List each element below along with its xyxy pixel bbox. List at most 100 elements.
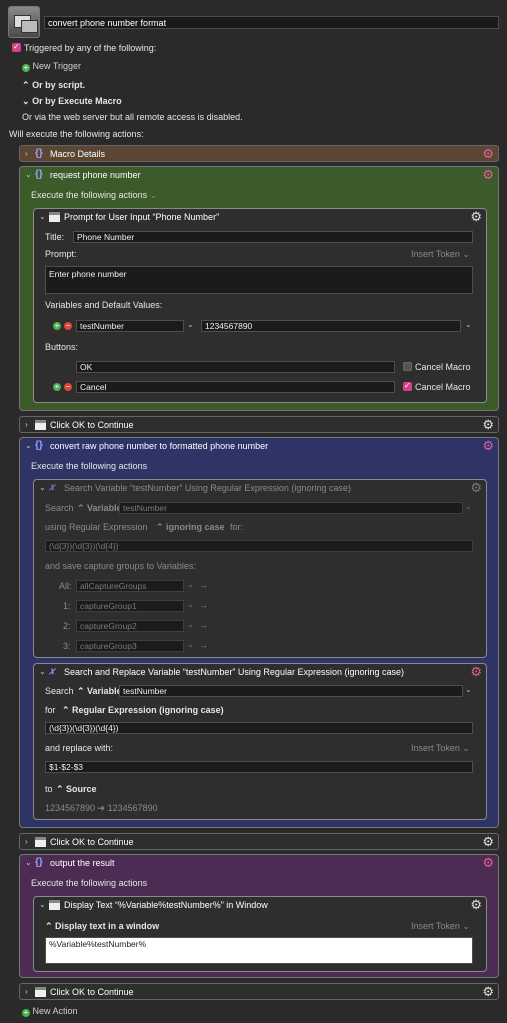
by-execute-label: Or by Execute Macro [32, 96, 122, 106]
macro-title-field[interactable]: convert phone number format [44, 16, 499, 29]
disclosure-down-icon[interactable]: ⌄ [39, 212, 46, 221]
gear-icon[interactable]: ⚙ [470, 898, 482, 911]
capture-group-3-input[interactable]: captureGroup3 [76, 640, 184, 652]
chevron-down-icon[interactable]: ⌄ [465, 320, 472, 329]
display-header[interactable]: ⌄ Display Text “%Variable%testNumber%” i… [34, 897, 486, 914]
variable-name-input[interactable]: testNumber [76, 320, 184, 332]
display-mode-selector[interactable]: ⌃ Display text in a window [45, 921, 159, 932]
chevron-down-icon[interactable]: ⌄ [187, 620, 194, 629]
buttons-label: Buttons: [45, 342, 79, 352]
checkbox-unchecked-icon[interactable] [403, 362, 412, 371]
group1-execute-row[interactable]: Execute the following actions ⌄ [31, 190, 157, 201]
chevron-down-icon[interactable]: ⌄ [187, 640, 194, 649]
remove-variable-icon[interactable]: − [64, 322, 72, 330]
chevron-down-icon[interactable]: ⌄ [187, 580, 194, 589]
prompt-text-input[interactable]: Enter phone number [45, 266, 473, 294]
replace-variable-input[interactable]: testNumber [119, 685, 463, 697]
replace-header[interactable]: ⌄ 𝑥 Search and Replace Variable “testNum… [34, 664, 486, 681]
search-header[interactable]: ⌄ 𝑥 Search Variable “testNumber” Using R… [34, 480, 486, 497]
macro-details-action[interactable]: › {} Macro Details ⚙ [19, 145, 499, 162]
gear-icon[interactable]: ⚙ [482, 835, 494, 848]
chevron-down-icon[interactable]: ⌄ [187, 320, 194, 329]
by-execute-row[interactable]: ⌄ Or by Execute Macro [22, 96, 122, 107]
gear-icon[interactable]: ⚙ [482, 439, 494, 452]
gear-icon[interactable]: ⚙ [482, 985, 494, 998]
click-ok-label: Click OK to Continue [50, 987, 134, 997]
source-selector[interactable]: ⌃ Source [56, 784, 97, 795]
group1-label-num: 1: [63, 601, 71, 611]
search-regex-input[interactable]: (\d{3})(\d{3})(\d{4}) [45, 540, 473, 552]
display-text-input[interactable]: %Variable%testNumber% [45, 937, 473, 964]
variable-label: Variable [87, 686, 122, 696]
insert-token-button[interactable]: Insert Token ⌄ [411, 249, 470, 260]
chevron-down-icon[interactable]: ⌄ [465, 502, 472, 511]
window-icon [49, 900, 60, 910]
disclosure-right-icon[interactable]: › [25, 420, 28, 429]
execute-label: Execute the following actions [31, 190, 148, 200]
button-ok-input[interactable]: OK [76, 361, 395, 373]
variable-selector[interactable]: ⌃ Variable [77, 686, 122, 697]
gear-icon[interactable]: ⚙ [482, 147, 494, 160]
disclosure-right-icon[interactable]: › [25, 149, 28, 158]
group2-header[interactable]: ⌄ {} convert raw phone number to formatt… [20, 438, 498, 455]
arrow-right-icon: → [199, 640, 208, 650]
disclosure-down-icon[interactable]: ⌄ [39, 900, 46, 909]
checkbox-checked-icon[interactable] [12, 41, 21, 52]
insert-token-button[interactable]: Insert Token ⌄ [411, 921, 470, 932]
chevron-down-icon[interactable]: ⌄ [465, 685, 472, 694]
group3-header[interactable]: ⌄ {} output the result ⚙ [20, 855, 498, 872]
disclosure-right-icon[interactable]: › [25, 987, 28, 996]
by-script-row[interactable]: ⌃ Or by script. [22, 80, 85, 91]
replace-regex-input[interactable]: (\d{3})(\d{3})(\d{4}) [45, 722, 473, 734]
trigger-checkbox-row[interactable]: Triggered by any of the following: [12, 41, 156, 54]
group3-execute-row[interactable]: Execute the following actions [31, 878, 147, 889]
vars-label: Variables and Default Values: [45, 300, 163, 310]
regex-mode-selector[interactable]: ⌃ Regular Expression (ignoring case) [62, 705, 224, 716]
disclosure-down-icon[interactable]: ⌄ [25, 170, 32, 179]
gear-icon[interactable]: ⚙ [482, 418, 494, 431]
new-trigger-label: New Trigger [32, 61, 82, 71]
updown-icon: ⌃ [22, 80, 30, 90]
replacement-input[interactable]: $1-$2-$3 [45, 761, 473, 773]
click-ok-action-3[interactable]: › Click OK to Continue ⚙ [19, 983, 499, 1000]
new-trigger-button[interactable]: + New Trigger [22, 61, 81, 72]
disclosure-down-icon[interactable]: ⌄ [25, 858, 32, 867]
click-ok-action-2[interactable]: › Click OK to Continue ⚙ [19, 833, 499, 850]
add-variable-icon[interactable]: + [53, 322, 61, 330]
new-action-button[interactable]: + New Action [22, 1006, 78, 1017]
cancel-macro-label: Cancel Macro [415, 362, 471, 372]
cancel-macro-checkbox-1[interactable]: Cancel Macro [403, 362, 471, 373]
disclosure-down-icon[interactable]: ⌄ [25, 441, 32, 450]
disclosure-down-icon[interactable]: ⌄ [39, 483, 46, 492]
variable-default-input[interactable]: 1234567890 [201, 320, 461, 332]
checkbox-checked-icon[interactable] [403, 380, 412, 391]
gear-icon[interactable]: ⚙ [482, 856, 494, 869]
title-input[interactable]: Phone Number [73, 231, 473, 243]
cancel-macro-checkbox-2[interactable]: Cancel Macro [403, 380, 471, 393]
group3-label-num: 3: [63, 641, 71, 651]
button-cancel-input[interactable]: Cancel [76, 381, 395, 393]
gear-icon[interactable]: ⚙ [470, 481, 482, 494]
variable-label: Variable [87, 503, 122, 513]
variable-selector[interactable]: ⌃ Variable [77, 503, 122, 514]
disclosure-right-icon[interactable]: › [25, 837, 28, 846]
chevron-down-icon[interactable]: ⌄ [187, 600, 194, 609]
add-button-icon[interactable]: + [53, 383, 61, 391]
insert-token-button[interactable]: Insert Token ⌄ [411, 743, 470, 754]
group1-header[interactable]: ⌄ {} request phone number ⚙ [20, 167, 498, 184]
click-ok-action-1[interactable]: › Click OK to Continue ⚙ [19, 416, 499, 433]
capture-group-2-input[interactable]: captureGroup2 [76, 620, 184, 632]
group2-execute-row[interactable]: Execute the following actions [31, 461, 147, 472]
prompt-action-label: Prompt for User Input “Phone Number” [64, 212, 220, 222]
capture-group-1-input[interactable]: captureGroup1 [76, 600, 184, 612]
search-variable-input[interactable]: testNumber [119, 502, 463, 514]
disclosure-down-icon[interactable]: ⌄ [39, 667, 46, 676]
gear-icon[interactable]: ⚙ [470, 210, 482, 223]
all-capture-input[interactable]: allCaptureGroups [76, 580, 184, 592]
gear-icon[interactable]: ⚙ [482, 168, 494, 181]
ignoring-case-selector[interactable]: ⌃ ignoring case [156, 522, 225, 533]
window-icon [35, 837, 46, 847]
remove-button-icon[interactable]: − [64, 383, 72, 391]
prompt-header[interactable]: ⌄ Prompt for User Input “Phone Number” ⚙ [34, 209, 486, 226]
gear-icon[interactable]: ⚙ [470, 665, 482, 678]
